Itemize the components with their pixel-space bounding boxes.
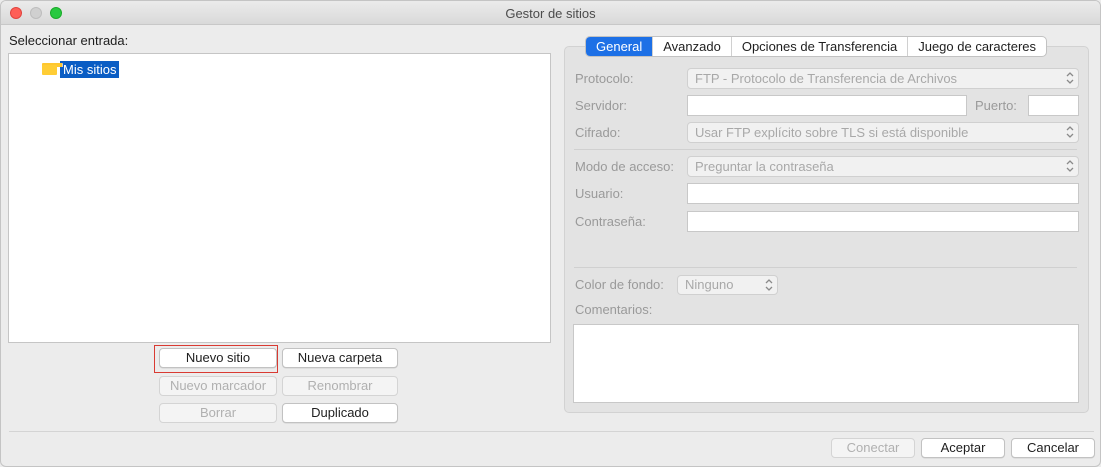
access-mode-label: Modo de acceso:	[575, 159, 675, 174]
cancel-button[interactable]: Cancelar	[1011, 438, 1095, 458]
tab-charset[interactable]: Juego de caracteres	[908, 37, 1046, 56]
protocol-label: Protocolo:	[575, 71, 634, 86]
chevron-updown-icon	[1066, 71, 1074, 85]
user-input[interactable]	[687, 183, 1079, 204]
tab-general[interactable]: General	[586, 37, 654, 56]
access-mode-select[interactable]: Preguntar la contraseña	[687, 156, 1079, 177]
site-tree[interactable]: Mis sitios	[8, 53, 551, 343]
site-manager-window: Gestor de sitios Seleccionar entrada: Mi…	[0, 0, 1101, 467]
password-label: Contraseña:	[575, 214, 646, 229]
accept-button[interactable]: Aceptar	[921, 438, 1005, 458]
comments-label: Comentarios:	[575, 302, 653, 317]
delete-button[interactable]: Borrar	[159, 403, 277, 423]
tree-item-label: Mis sitios	[60, 60, 120, 78]
section-divider	[574, 267, 1077, 268]
connect-button[interactable]: Conectar	[831, 438, 915, 458]
password-input[interactable]	[687, 211, 1079, 232]
background-color-value: Ninguno	[685, 277, 734, 292]
encryption-label: Cifrado:	[575, 125, 621, 140]
background-color-label: Color de fondo:	[575, 277, 664, 292]
new-folder-button[interactable]: Nueva carpeta	[282, 348, 398, 368]
title-bar: Gestor de sitios	[1, 1, 1100, 25]
folder-icon	[42, 63, 63, 75]
tree-item-my-sites[interactable]: Mis sitios	[42, 60, 120, 78]
duplicate-button[interactable]: Duplicado	[282, 403, 398, 423]
section-divider	[574, 149, 1077, 150]
window-title: Gestor de sitios	[505, 6, 596, 21]
chevron-updown-icon	[1066, 159, 1074, 173]
chevron-updown-icon	[765, 278, 773, 292]
encryption-select[interactable]: Usar FTP explícito sobre TLS si está dis…	[687, 122, 1079, 143]
protocol-select[interactable]: FTP - Protocolo de Transferencia de Arch…	[687, 68, 1079, 89]
server-label: Servidor:	[575, 98, 628, 113]
select-entry-label: Seleccionar entrada:	[9, 33, 129, 48]
settings-tabs: General Avanzado Opciones de Transferenc…	[585, 36, 1048, 57]
background-color-select[interactable]: Ninguno	[677, 275, 778, 295]
server-input[interactable]	[687, 95, 967, 116]
footer-divider	[9, 431, 1094, 432]
encryption-value: Usar FTP explícito sobre TLS si está dis…	[695, 125, 969, 140]
access-mode-value: Preguntar la contraseña	[695, 159, 834, 174]
tab-transfer-options[interactable]: Opciones de Transferencia	[732, 37, 909, 56]
rename-button[interactable]: Renombrar	[282, 376, 398, 396]
chevron-updown-icon	[1066, 125, 1074, 139]
protocol-value: FTP - Protocolo de Transferencia de Arch…	[695, 71, 958, 86]
new-bookmark-button[interactable]: Nuevo marcador	[159, 376, 277, 396]
port-input[interactable]	[1028, 95, 1079, 116]
comments-textarea[interactable]	[573, 324, 1079, 403]
port-label: Puerto:	[975, 98, 1017, 113]
user-label: Usuario:	[575, 186, 624, 201]
tab-advanced[interactable]: Avanzado	[653, 37, 732, 56]
new-site-button[interactable]: Nuevo sitio	[159, 348, 277, 368]
